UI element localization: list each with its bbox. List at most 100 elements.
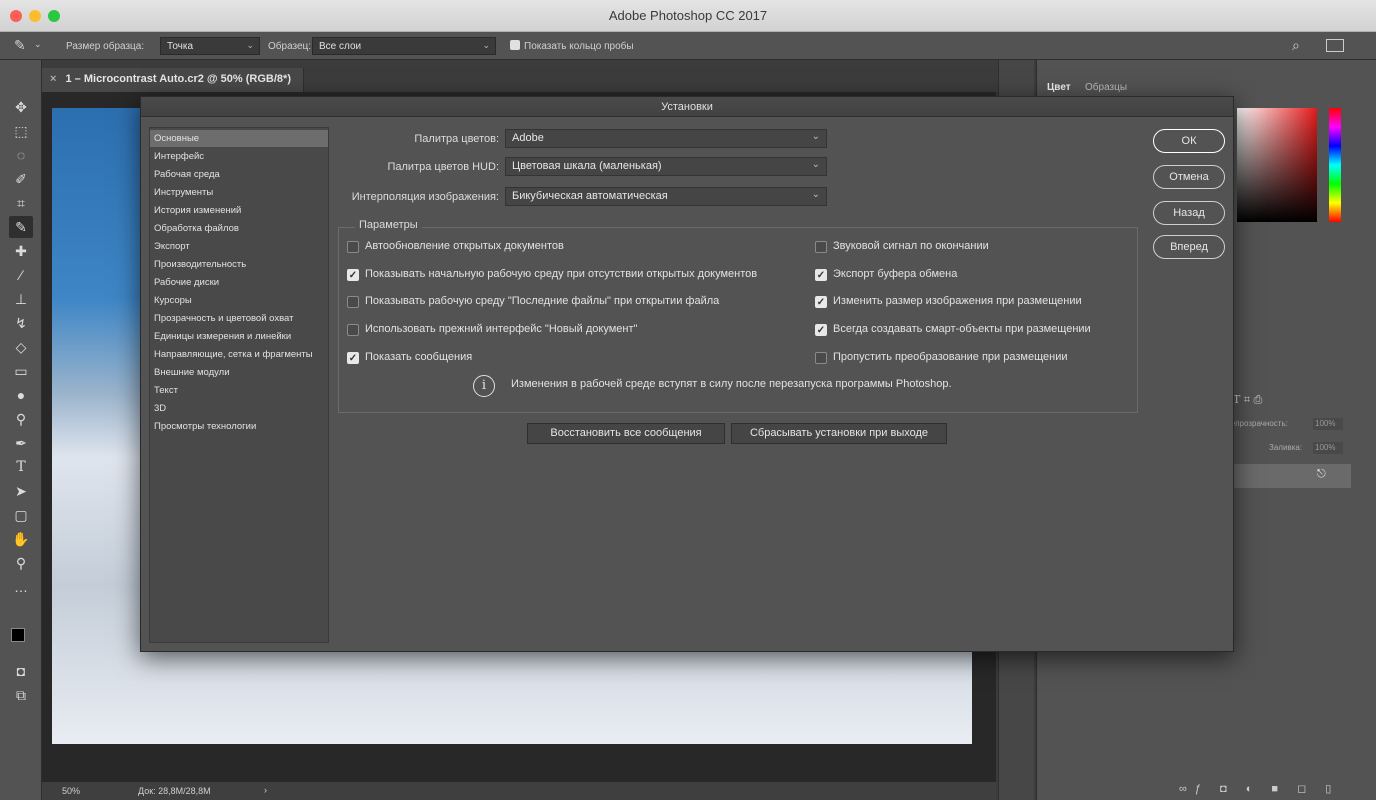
options-group-title: Параметры xyxy=(355,219,422,231)
sample-size-label: Размер образца: xyxy=(66,41,145,52)
checkmark-icon: ✓ xyxy=(347,352,359,364)
nav-plugins[interactable]: Внешние модули xyxy=(150,364,328,381)
blur-tool-icon[interactable]: ● xyxy=(9,384,33,406)
stamp-tool-icon[interactable]: ⊥ xyxy=(9,288,33,310)
eraser-tool-icon[interactable]: ◇ xyxy=(9,336,33,358)
foreground-color-swatch[interactable] xyxy=(11,628,25,642)
gradient-tool-icon[interactable]: ▭ xyxy=(9,360,33,382)
color-picker-label: Палитра цветов: xyxy=(414,133,499,145)
nav-scratch-disks[interactable]: Рабочие диски xyxy=(150,274,328,291)
zoom-tool-icon[interactable]: ⚲ xyxy=(9,552,33,574)
lock-icon: ⎋ xyxy=(1317,468,1326,480)
nav-transparency[interactable]: Прозрачность и цветовой охват xyxy=(150,310,328,327)
forward-button[interactable]: Вперед xyxy=(1153,235,1225,259)
interpolation-label: Интерполяция изображения: xyxy=(351,191,499,203)
crop-tool-icon[interactable]: ⌗ xyxy=(9,192,33,214)
opacity-value[interactable]: 100% xyxy=(1313,418,1343,430)
layer-filter-icons[interactable]: T ⌗ ⎙ xyxy=(1233,393,1262,407)
layer-actions-icons[interactable]: ∞ƒ ◘ ◐ ■ ◻ ▯ xyxy=(1179,782,1339,795)
nav-technology-previews[interactable]: Просмотры технологии xyxy=(150,418,328,435)
nav-3d[interactable]: 3D xyxy=(150,400,328,417)
sample-label: Образец: xyxy=(268,41,312,52)
cancel-button[interactable]: Отмена xyxy=(1153,165,1225,189)
document-title: 1 – Microcontrast Auto.cr2 @ 50% (RGB/8*… xyxy=(65,73,291,85)
eyedropper-icon[interactable]: ✎ xyxy=(14,37,26,54)
nav-interface[interactable]: Интерфейс xyxy=(150,148,328,165)
tools-panel: ✥ ⬚ ◌ ✐ ⌗ ✎ ✚ ∕ ⊥ ↯ ◇ ▭ ● ⚲ ✒ T ➤ ▢ ✋ ⚲ … xyxy=(0,60,42,800)
tab-swatches[interactable]: Образцы xyxy=(1085,82,1127,93)
hand-tool-icon[interactable]: ✋ xyxy=(9,528,33,550)
search-icon[interactable]: ⌕ xyxy=(1292,37,1300,54)
nav-units[interactable]: Единицы измерения и линейки xyxy=(150,328,328,345)
document-tab[interactable]: × 1 – Microcontrast Auto.cr2 @ 50% (RGB/… xyxy=(42,68,304,92)
preferences-nav: Основные Интерфейс Рабочая среда Инструм… xyxy=(149,127,329,643)
dodge-tool-icon[interactable]: ⚲ xyxy=(9,408,33,430)
chevron-down-icon: ⌄ xyxy=(811,189,820,200)
path-select-tool-icon[interactable]: ➤ xyxy=(9,480,33,502)
fill-label: Заливка: xyxy=(1269,443,1303,452)
move-tool-icon[interactable]: ✥ xyxy=(9,96,33,118)
chevron-down-icon: ⌄ xyxy=(811,131,820,142)
ok-button[interactable]: ОК xyxy=(1153,129,1225,153)
checkbox-unchecked xyxy=(815,352,827,364)
nav-cursors[interactable]: Курсоры xyxy=(150,292,328,309)
checkbox-unchecked xyxy=(815,241,827,253)
color-picker-select[interactable]: Adobe ⌄ xyxy=(505,129,827,148)
nav-workspace[interactable]: Рабочая среда xyxy=(150,166,328,183)
quick-mask-icon[interactable]: ◘ xyxy=(9,660,33,682)
back-button[interactable]: Назад xyxy=(1153,201,1225,225)
dialog-title: Установки xyxy=(141,97,1233,117)
hud-picker-label: Палитра цветов HUD: xyxy=(387,161,499,173)
chevron-right-icon[interactable]: › xyxy=(264,785,267,795)
status-bar: 50% Док: 28,8M/28,8M › xyxy=(42,782,996,800)
zoom-level[interactable]: 50% xyxy=(62,786,80,796)
sample-size-select[interactable]: Точка ⌄ xyxy=(160,37,260,55)
title-bar: Adobe Photoshop CC 2017 xyxy=(0,0,1376,32)
pen-tool-icon[interactable]: ✒ xyxy=(9,432,33,454)
interpolation-select[interactable]: Бикубическая автоматическая ⌄ xyxy=(505,187,827,206)
eyedropper-tool-icon[interactable]: ✎ xyxy=(9,216,33,238)
brush-tool-icon[interactable]: ∕ xyxy=(9,264,33,286)
info-message: Изменения в рабочей среде вступят в силу… xyxy=(511,378,952,390)
sample-select[interactable]: Все слои ⌄ xyxy=(312,37,496,55)
tab-color[interactable]: Цвет xyxy=(1047,82,1071,93)
nav-guides[interactable]: Направляющие, сетка и фрагменты xyxy=(150,346,328,363)
nav-tools[interactable]: Инструменты xyxy=(150,184,328,201)
quick-select-tool-icon[interactable]: ✐ xyxy=(9,168,33,190)
nav-performance[interactable]: Производительность xyxy=(150,256,328,273)
opacity-label: Непрозрачность: xyxy=(1225,419,1288,428)
nav-file-handling[interactable]: Обработка файлов xyxy=(150,220,328,237)
nav-history[interactable]: История изменений xyxy=(150,202,328,219)
chevron-down-icon: ⌄ xyxy=(811,159,820,170)
show-ring-label: Показать кольцо пробы xyxy=(524,41,634,52)
fill-value[interactable]: 100% xyxy=(1313,442,1343,454)
tool-preset-chevron-icon[interactable]: ⌄ xyxy=(34,39,42,50)
history-brush-tool-icon[interactable]: ↯ xyxy=(9,312,33,334)
window-title: Adobe Photoshop CC 2017 xyxy=(608,8,768,23)
nav-type[interactable]: Текст xyxy=(150,382,328,399)
healing-brush-tool-icon[interactable]: ✚ xyxy=(9,240,33,262)
chevron-down-icon: ⌄ xyxy=(246,40,254,50)
hud-picker-select[interactable]: Цветовая шкала (маленькая) ⌄ xyxy=(505,157,827,176)
rectangle-tool-icon[interactable]: ▢ xyxy=(9,504,33,526)
marquee-tool-icon[interactable]: ⬚ xyxy=(9,120,33,142)
nav-general[interactable]: Основные xyxy=(150,130,328,147)
color-field[interactable] xyxy=(1237,108,1317,222)
more-tools-icon[interactable]: … xyxy=(9,576,33,598)
show-ring-checkbox[interactable] xyxy=(510,40,520,50)
checkbox-unchecked xyxy=(347,324,359,336)
checkbox-unchecked xyxy=(347,296,359,308)
type-tool-icon[interactable]: T xyxy=(9,456,33,478)
workspace-icon[interactable] xyxy=(1326,39,1344,52)
hue-slider[interactable] xyxy=(1329,108,1341,222)
checkmark-icon: ✓ xyxy=(347,269,359,281)
layer-row[interactable]: ⎋ xyxy=(1225,464,1351,488)
lasso-tool-icon[interactable]: ◌ xyxy=(9,144,33,166)
reset-on-quit-button[interactable]: Сбрасывать установки при выходе xyxy=(731,423,947,444)
preferences-dialog: Установки Основные Интерфейс Рабочая сре… xyxy=(140,96,1234,652)
screen-mode-icon[interactable]: ⧉ xyxy=(9,684,33,706)
close-tab-icon[interactable]: × xyxy=(50,73,56,85)
checkmark-icon: ✓ xyxy=(815,296,827,308)
nav-export[interactable]: Экспорт xyxy=(150,238,328,255)
restore-all-messages-button[interactable]: Восстановить все сообщения xyxy=(527,423,725,444)
